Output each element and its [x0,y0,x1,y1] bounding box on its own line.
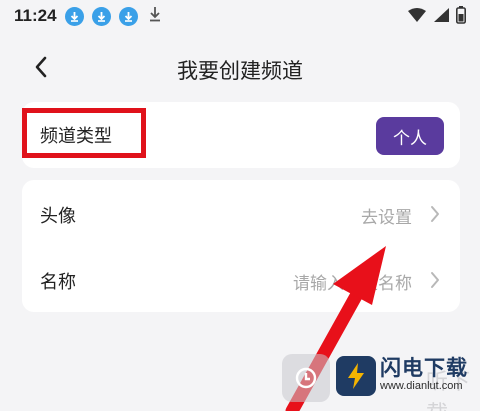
nav-bar: 我要创建频道 [0,42,480,94]
chevron-right-icon [430,205,440,227]
download-badge-icon [64,6,84,26]
signal-icon [433,7,450,27]
status-time: 11:24 [14,6,57,25]
lightning-logo-icon [336,356,376,396]
battery-icon [456,6,466,28]
chevron-right-icon [430,271,440,293]
watermark: 听下载 闪电下载 www.dianlut.com [276,344,480,411]
download-badge-icon [91,6,111,26]
page-title: 我要创建频道 [177,59,303,83]
status-icons [407,6,466,28]
status-bar: 11:24 [0,0,480,32]
avatar-row[interactable]: 头像 去设置 [22,182,460,246]
avatar-label: 头像 [40,206,76,227]
channel-type-option-personal[interactable]: 个人 [376,117,444,155]
avatar-value: 去设置 [361,208,412,228]
watermark-tile-icon [282,354,330,402]
watermark-url: www.dianlut.com [380,380,463,392]
download-badge-icon [118,6,138,26]
name-row[interactable]: 名称 请输入频道名称 [22,248,460,312]
watermark-brand: 闪电下载 [380,356,468,380]
download-icon [148,6,162,26]
name-input[interactable]: 请输入频道名称 [293,269,412,294]
wifi-icon [407,7,427,27]
name-label: 名称 [40,272,76,293]
highlight-annotation-box [22,108,146,158]
